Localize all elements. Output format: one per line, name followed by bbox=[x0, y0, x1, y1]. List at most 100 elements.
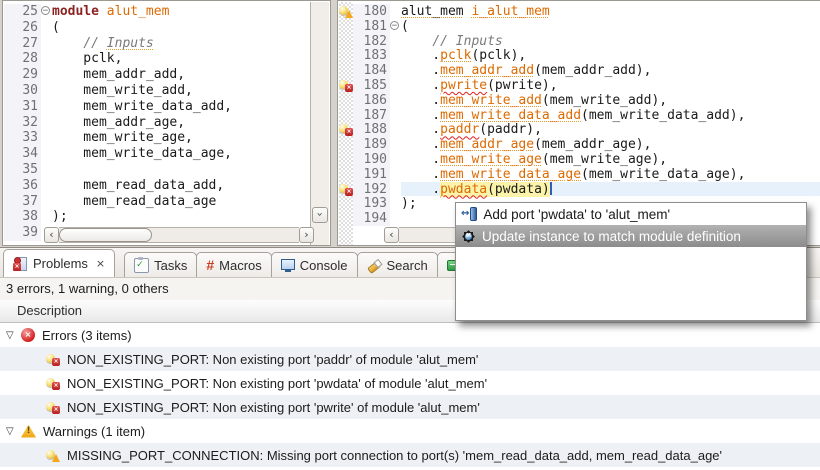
problem-description: NON_EXISTING_PORT: Non existing port 'pw… bbox=[67, 399, 480, 415]
fold-column bbox=[390, 211, 401, 226]
code-line-36[interactable]: 36 mem_read_data_add, bbox=[4, 177, 312, 194]
close-icon[interactable]: × bbox=[96, 257, 105, 270]
code-line-27[interactable]: 27 // Inputs bbox=[4, 35, 312, 52]
code-line-31[interactable]: 31 mem_write_data_add, bbox=[4, 98, 312, 115]
line-number: 35 bbox=[4, 161, 41, 178]
code-text: .pwdata(pwdata) bbox=[401, 181, 820, 197]
code-text: .mem_write_age(mem_write_age), bbox=[401, 152, 820, 167]
tab-search[interactable]: Search bbox=[356, 252, 438, 277]
quickfix-error-marker-icon[interactable]: × bbox=[339, 123, 353, 137]
quickfix-item[interactable]: ↔ Add port 'pwdata' to 'alut_mem' bbox=[456, 203, 806, 225]
fold-column bbox=[41, 36, 52, 52]
line-number: 34 bbox=[4, 146, 41, 162]
quickfix-error-marker-icon[interactable]: × bbox=[339, 79, 353, 92]
code-text: mem_write_age, bbox=[52, 130, 312, 146]
text-cursor bbox=[549, 181, 552, 195]
left-editor-vertical-scrollbar[interactable]: › bbox=[310, 2, 329, 245]
line-number: 33 bbox=[4, 130, 41, 147]
code-line-29[interactable]: 29 mem_addr_add, bbox=[4, 67, 312, 83]
line-number: 190 bbox=[353, 151, 390, 167]
problems-item-row[interactable]: × NON_EXISTING_PORT: Non existing port 'p… bbox=[0, 371, 820, 395]
tab-macros[interactable]: # Macros bbox=[196, 252, 272, 277]
problems-item-row[interactable]: × NON_EXISTING_PORT: Non existing port 'p… bbox=[0, 395, 820, 419]
gutter-annotation bbox=[339, 137, 353, 152]
scroll-left-button[interactable]: ‹ bbox=[44, 227, 59, 243]
scroll-left-button[interactable]: ‹ bbox=[384, 227, 399, 243]
tab-label: Tasks bbox=[154, 257, 188, 273]
code-line-26[interactable]: 26 ( bbox=[4, 19, 312, 36]
code-token: module bbox=[52, 4, 99, 19]
scrollbar-trough[interactable] bbox=[399, 227, 456, 243]
code-line-37[interactable]: 37 mem_read_data_age bbox=[4, 193, 312, 210]
code-line-180[interactable]: 180 alut_mem i_alut_mem bbox=[339, 4, 820, 19]
code-token: mem_write_data_add bbox=[440, 107, 582, 123]
code-token: (paddr), bbox=[479, 122, 542, 138]
code-line-28[interactable]: 28 pclk, bbox=[4, 51, 312, 68]
code-line-181[interactable]: 181−( bbox=[339, 18, 820, 34]
code-line-184[interactable]: 184 .mem_addr_add(mem_addr_add), bbox=[339, 63, 820, 78]
code-line-30[interactable]: 30 mem_write_add, bbox=[4, 82, 312, 99]
quickfix-item[interactable]: M Update instance to match module definit… bbox=[456, 225, 806, 247]
gutter-annotation bbox=[339, 34, 353, 49]
error-badge-icon: × bbox=[345, 187, 353, 196]
code-line-189[interactable]: 189 .mem_addr_age(mem_addr_age), bbox=[339, 137, 820, 152]
code-line-25[interactable]: 25− module alut_mem bbox=[4, 4, 312, 20]
scroll-right-button[interactable]: › bbox=[299, 227, 314, 243]
fold-column bbox=[41, 51, 52, 67]
code-line-38[interactable]: 38); bbox=[4, 209, 312, 226]
code-token: Inputs bbox=[106, 35, 154, 51]
tab-problems[interactable]: × Problems × bbox=[3, 249, 116, 277]
code-line-183[interactable]: 183 .pclk(pclk), bbox=[339, 48, 820, 63]
line-number: 31 bbox=[4, 98, 41, 115]
quickfix-warning-marker-icon[interactable] bbox=[339, 5, 353, 18]
error-badge-icon: × bbox=[52, 382, 60, 390]
code-line-185[interactable]: × 185 .pwrite(pwrite), bbox=[339, 77, 820, 93]
problems-group-row[interactable]: ▽ × Errors (3 items) bbox=[0, 323, 820, 347]
right-editor-horizontal-scrollbar[interactable]: ‹ bbox=[384, 227, 456, 243]
code-line-188[interactable]: × 188 .paddr(paddr), bbox=[339, 122, 820, 137]
fold-collapse-icon[interactable]: − bbox=[41, 6, 50, 16]
line-number: 187 bbox=[353, 107, 390, 122]
tab-console[interactable]: Console bbox=[270, 252, 358, 277]
code-line-190[interactable]: 190 .mem_write_age(mem_write_age), bbox=[339, 151, 820, 167]
scrollbar-thumb[interactable] bbox=[59, 228, 152, 242]
code-line-187[interactable]: 187 .mem_write_data_add(mem_write_data_a… bbox=[339, 107, 820, 123]
line-number: 185 bbox=[353, 77, 390, 93]
code-line-182[interactable]: 182 // Inputs bbox=[339, 33, 820, 49]
code-text: .mem_write_add(mem_write_add), bbox=[401, 93, 820, 108]
problems-item-row[interactable]: MISSING_PORT_CONNECTION: Missing port co… bbox=[0, 443, 820, 467]
fold-collapse-icon[interactable]: − bbox=[390, 20, 399, 30]
code-line-33[interactable]: 33 mem_write_age, bbox=[4, 130, 312, 147]
code-token: i_alut_mem bbox=[471, 4, 550, 19]
search-icon bbox=[366, 258, 383, 274]
fold-column: − bbox=[41, 4, 52, 20]
error-badge-icon: × bbox=[52, 406, 60, 414]
quickfix-error-marker-icon[interactable]: × bbox=[339, 183, 353, 196]
console-icon bbox=[280, 258, 295, 272]
left-editor-horizontal-scrollbar[interactable]: ‹ › bbox=[44, 227, 314, 243]
code-line-35[interactable]: 35 bbox=[4, 161, 312, 178]
code-line-32[interactable]: 32 mem_addr_age, bbox=[4, 114, 312, 131]
module-definition-code[interactable]: 25− module alut_mem 26(27 // Inputs 28 pclk… bbox=[4, 2, 312, 244]
line-number: 25 bbox=[4, 4, 41, 20]
code-token: . bbox=[401, 107, 441, 123]
scroll-down-button[interactable]: › bbox=[312, 207, 328, 223]
gutter-annotation bbox=[339, 167, 353, 182]
gutter-annotation: × bbox=[339, 182, 353, 197]
problems-item-row[interactable]: × NON_EXISTING_PORT: Non existing port 'p… bbox=[0, 347, 820, 371]
tab-tasks[interactable]: ✓ Tasks bbox=[124, 252, 198, 277]
code-line-186[interactable]: 186 .mem_write_add(mem_write_add), bbox=[339, 92, 820, 108]
code-line-191[interactable]: 191 .mem_write_data_age(mem_write_data_a… bbox=[339, 166, 820, 182]
code-line-34[interactable]: 34 mem_write_data_age, bbox=[4, 146, 312, 162]
line-number: 36 bbox=[4, 177, 41, 194]
code-line-192[interactable]: × 192 .pwdata(pwdata) bbox=[339, 181, 820, 197]
error-marker-icon: × bbox=[21, 328, 35, 342]
expander-icon[interactable]: ▽ bbox=[6, 330, 21, 341]
code-text: ( bbox=[401, 19, 820, 34]
problems-group-row[interactable]: ▽! Warnings (1 item) bbox=[0, 419, 820, 443]
tab-label: Search bbox=[386, 257, 428, 273]
code-token: pwdata bbox=[440, 181, 488, 197]
code-token: (mem_write_add), bbox=[541, 92, 668, 108]
expander-icon[interactable]: ▽ bbox=[6, 426, 21, 437]
scrollbar-trough[interactable] bbox=[59, 227, 299, 243]
